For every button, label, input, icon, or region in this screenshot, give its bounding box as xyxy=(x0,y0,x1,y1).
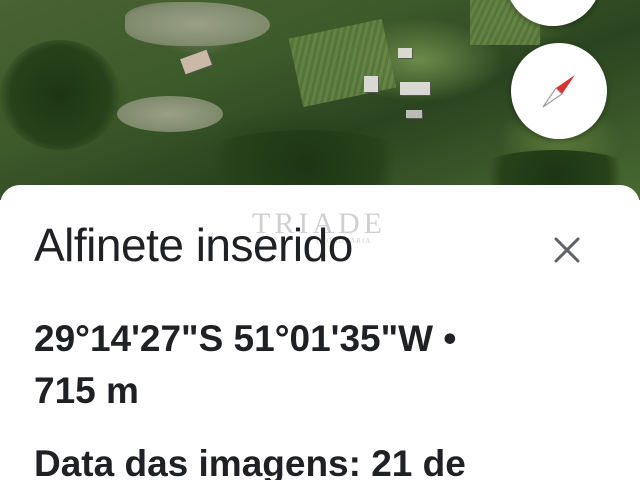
building xyxy=(406,110,422,118)
crop-field xyxy=(288,18,397,108)
coordinates-text[interactable]: 29°14'27"S 51°01'35"W • xyxy=(34,313,594,365)
close-button[interactable] xyxy=(545,228,589,272)
satellite-map[interactable] xyxy=(0,0,640,200)
elevation-text: 715 m xyxy=(34,370,139,411)
pond xyxy=(117,96,223,132)
building xyxy=(400,82,430,95)
pin-location: 29°14'27"S 51°01'35"W • 715 m xyxy=(34,313,594,417)
page-title: Alfinete inserido xyxy=(34,219,353,271)
imagery-date: Data das imagens: 21 de xyxy=(34,443,466,480)
building xyxy=(364,76,378,92)
compass-button[interactable] xyxy=(511,43,607,139)
maps-screen: TRIADE IMOBILIÁRIA Alfinete inserido 29°… xyxy=(0,0,640,480)
pond xyxy=(125,2,270,46)
tree-cluster xyxy=(0,40,120,150)
compass-icon xyxy=(542,75,575,108)
building xyxy=(180,49,212,75)
close-icon xyxy=(554,237,580,263)
building xyxy=(398,48,412,58)
